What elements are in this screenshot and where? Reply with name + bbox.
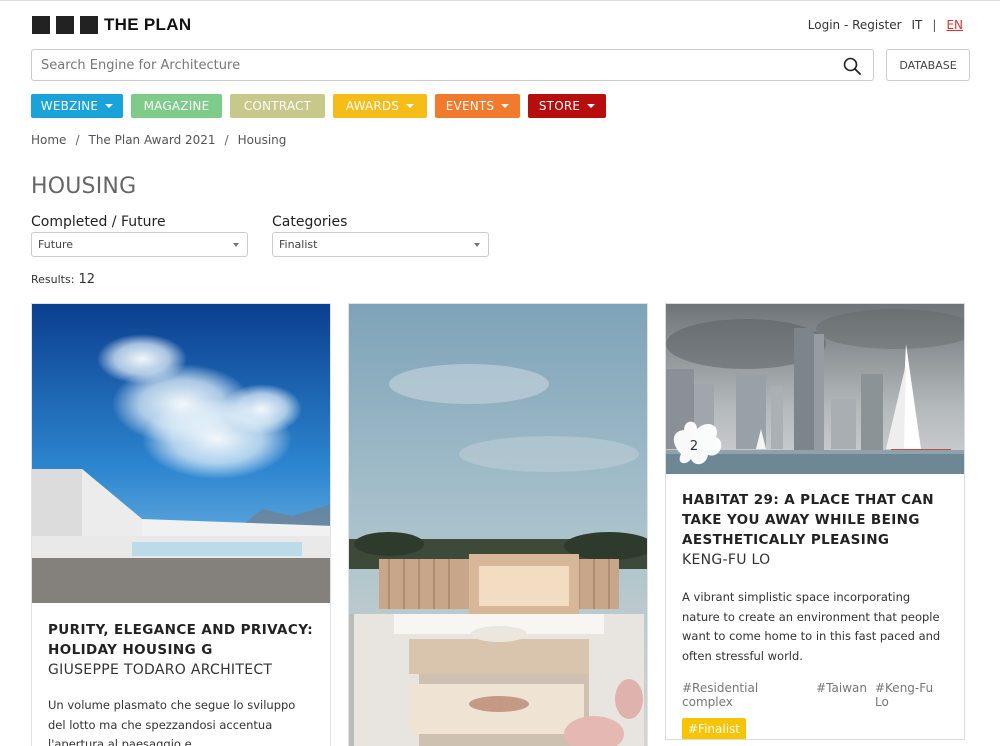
filter-categories-label: Categories xyxy=(272,214,348,230)
search-bar xyxy=(31,49,874,81)
main-nav: WEBZINE MAGAZINE CONTRACT AWARDS EVENTS … xyxy=(31,94,606,118)
project-image-graphic xyxy=(349,304,647,746)
caret-down-icon xyxy=(105,104,114,108)
card-author: KENG-FU LO xyxy=(682,552,771,568)
card-description: Un volume plasmato che segue lo sviluppo… xyxy=(48,698,296,746)
card-author: GIUSEPPE TODARO ARCHITECT xyxy=(48,662,273,678)
nav-contract[interactable]: CONTRACT xyxy=(230,94,325,118)
results-label: Results: xyxy=(31,273,75,286)
caret-down-icon xyxy=(406,104,415,108)
nav-label: MAGAZINE xyxy=(143,99,210,113)
lang-it-link[interactable]: IT xyxy=(912,18,923,32)
nav-label: AWARDS xyxy=(345,99,400,113)
search-icon[interactable] xyxy=(843,57,861,75)
nav-label: STORE xyxy=(538,99,581,113)
nav-awards[interactable]: AWARDS xyxy=(333,94,427,118)
caret-down-icon xyxy=(587,104,596,108)
nav-events[interactable]: EVENTS xyxy=(435,94,520,118)
filter-categories-select[interactable]: Finalist xyxy=(272,232,489,257)
finalist-badge[interactable]: #Finalist xyxy=(682,718,747,739)
caret-down-icon xyxy=(501,104,510,108)
logo-square-1 xyxy=(32,16,50,34)
project-image[interactable]: 2 xyxy=(666,304,964,474)
lang-separator: | xyxy=(932,18,937,32)
lang-en-link[interactable]: EN xyxy=(946,18,963,32)
breadcrumb-separator: / xyxy=(75,133,80,147)
select-arrow-icon xyxy=(474,243,480,247)
tag[interactable]: #Residential complex xyxy=(682,681,808,709)
filter-completed-select[interactable]: Future xyxy=(31,232,248,257)
search-input[interactable] xyxy=(32,50,812,80)
select-arrow-icon xyxy=(233,243,239,247)
breadcrumb: Home / The Plan Award 2021 / Housing xyxy=(31,133,286,147)
top-border xyxy=(0,0,1000,1)
logo-text: THE PLAN xyxy=(104,15,192,34)
select-value: Future xyxy=(38,238,74,251)
database-button[interactable]: DATABASE xyxy=(886,49,970,81)
login-register-link[interactable]: Login - Register xyxy=(808,18,902,32)
logo[interactable]: THE PLAN xyxy=(32,15,192,34)
logo-square-3 xyxy=(80,16,98,34)
card-description: A vibrant simplistic space incorporating… xyxy=(682,590,941,663)
project-image[interactable] xyxy=(32,304,330,603)
breadcrumb-current: Housing xyxy=(237,133,287,147)
project-card[interactable]: PURITY, ELEGANCE AND PRIVACY: HOLIDAY HO… xyxy=(31,303,331,746)
breadcrumb-home[interactable]: Home xyxy=(31,133,66,147)
project-card[interactable]: 2 HABITAT 29: A PLACE THAT CAN TAKE YOU … xyxy=(665,303,965,740)
logo-square-2 xyxy=(56,16,74,34)
card-title[interactable]: PURITY, ELEGANCE AND PRIVACY: HOLIDAY HO… xyxy=(48,620,314,660)
nav-label: EVENTS xyxy=(445,99,495,113)
results-count: Results: 12 xyxy=(31,272,95,287)
nav-magazine[interactable]: MAGAZINE xyxy=(131,94,222,118)
project-image-graphic: 2 xyxy=(666,304,964,474)
project-image[interactable] xyxy=(349,304,647,746)
results-number: 12 xyxy=(78,272,95,287)
nav-webzine[interactable]: WEBZINE xyxy=(31,94,123,118)
page-title: HOUSING xyxy=(31,174,137,199)
tag[interactable]: #Taiwan xyxy=(816,681,867,709)
project-card[interactable] xyxy=(348,303,648,746)
nav-store[interactable]: STORE xyxy=(528,94,606,118)
nav-label: WEBZINE xyxy=(40,99,99,113)
card-tags: #Residential complex #Taiwan #Keng-Fu Lo xyxy=(682,681,948,709)
auth-bar: Login - Register IT | EN xyxy=(808,18,963,32)
nav-label: CONTRACT xyxy=(243,99,312,113)
project-image-graphic xyxy=(32,304,330,603)
card-body: PURITY, ELEGANCE AND PRIVACY: HOLIDAY HO… xyxy=(32,620,330,746)
tag[interactable]: #Keng-Fu Lo xyxy=(875,681,948,709)
select-value: Finalist xyxy=(279,238,318,251)
card-title[interactable]: HABITAT 29: A PLACE THAT CAN TAKE YOU AW… xyxy=(682,490,948,550)
filter-completed-label: Completed / Future xyxy=(31,214,166,230)
breadcrumb-award[interactable]: The Plan Award 2021 xyxy=(88,133,215,147)
card-body: HABITAT 29: A PLACE THAT CAN TAKE YOU AW… xyxy=(666,490,964,739)
breadcrumb-separator: / xyxy=(224,133,229,147)
clover-number: 2 xyxy=(690,439,698,454)
